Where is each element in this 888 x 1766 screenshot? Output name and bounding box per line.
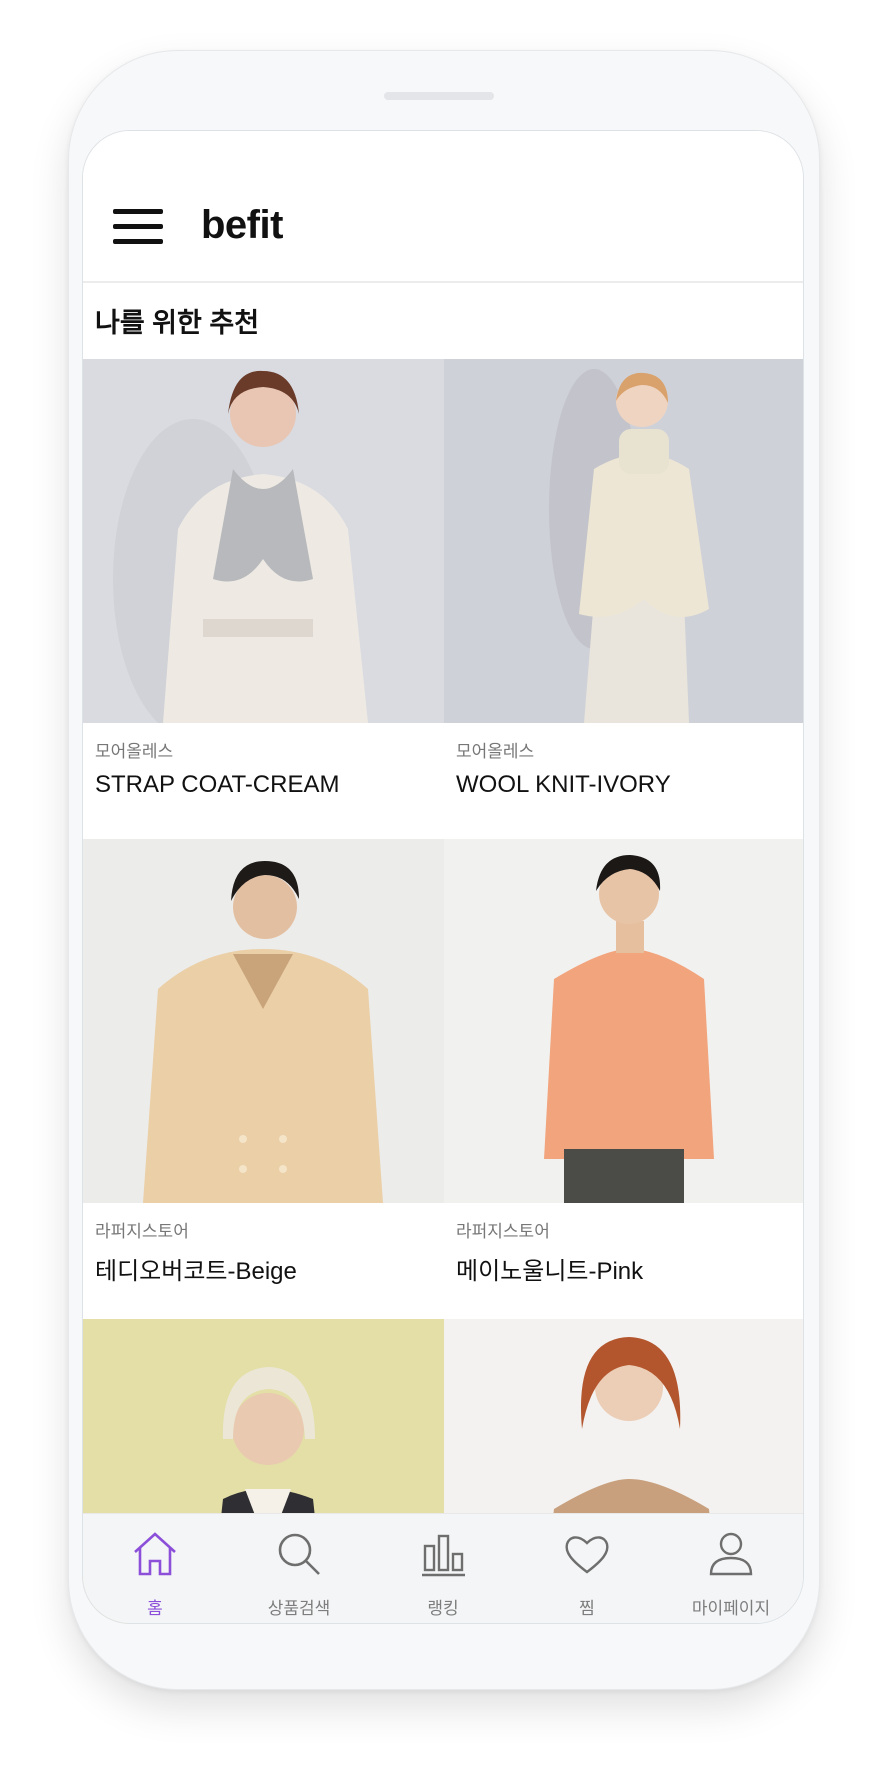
nav-label-ranking: 랭킹 [427,1599,459,1618]
nav-home[interactable]: 홈 [83,1514,227,1623]
product-image[interactable] [83,839,444,1203]
product-name[interactable]: STRAP COAT-CREAM [95,771,339,799]
bar-chart-icon [422,1534,465,1577]
nav-label-mypage: 마이페이지 [691,1599,771,1618]
product-image[interactable] [83,359,444,723]
bottom-navigation: 홈 상품검색 랭킹 찜 마이페이지 [83,1513,803,1623]
product-image[interactable] [444,359,803,723]
nav-search[interactable]: 상품검색 [227,1514,371,1623]
user-icon [709,1532,753,1576]
nav-label-search: 상품검색 [267,1599,331,1618]
app-screen: befit 나를 위한 추천 모어올레스 STRAP COAT-CREAM 모어… [82,130,804,1624]
heart-icon [565,1536,609,1574]
hamburger-menu-icon[interactable] [113,209,163,245]
nav-mypage[interactable]: 마이페이지 [659,1514,803,1623]
nav-ranking[interactable]: 랭킹 [371,1514,515,1623]
search-icon [278,1533,320,1575]
product-brand: 모어올레스 [95,742,174,761]
product-name[interactable]: 메이노울니트-Pink [456,1251,643,1286]
product-brand: 라퍼지스토어 [456,1222,550,1241]
app-bar: befit [83,131,803,283]
product-brand: 모어올레스 [456,742,535,761]
nav-label-home: 홈 [147,1599,163,1618]
section-title: 나를 위한 추천 [95,308,260,338]
nav-label-wishlist: 찜 [579,1599,595,1618]
product-name[interactable]: WOOL KNIT-IVORY [456,771,671,799]
phone-speaker [384,92,494,100]
app-title: befit [201,203,283,247]
product-name[interactable]: 테디오버코트-Beige [95,1251,297,1286]
product-brand: 라퍼지스토어 [95,1222,189,1241]
product-image[interactable] [444,839,803,1203]
home-icon [134,1532,176,1576]
nav-wishlist[interactable]: 찜 [515,1514,659,1623]
